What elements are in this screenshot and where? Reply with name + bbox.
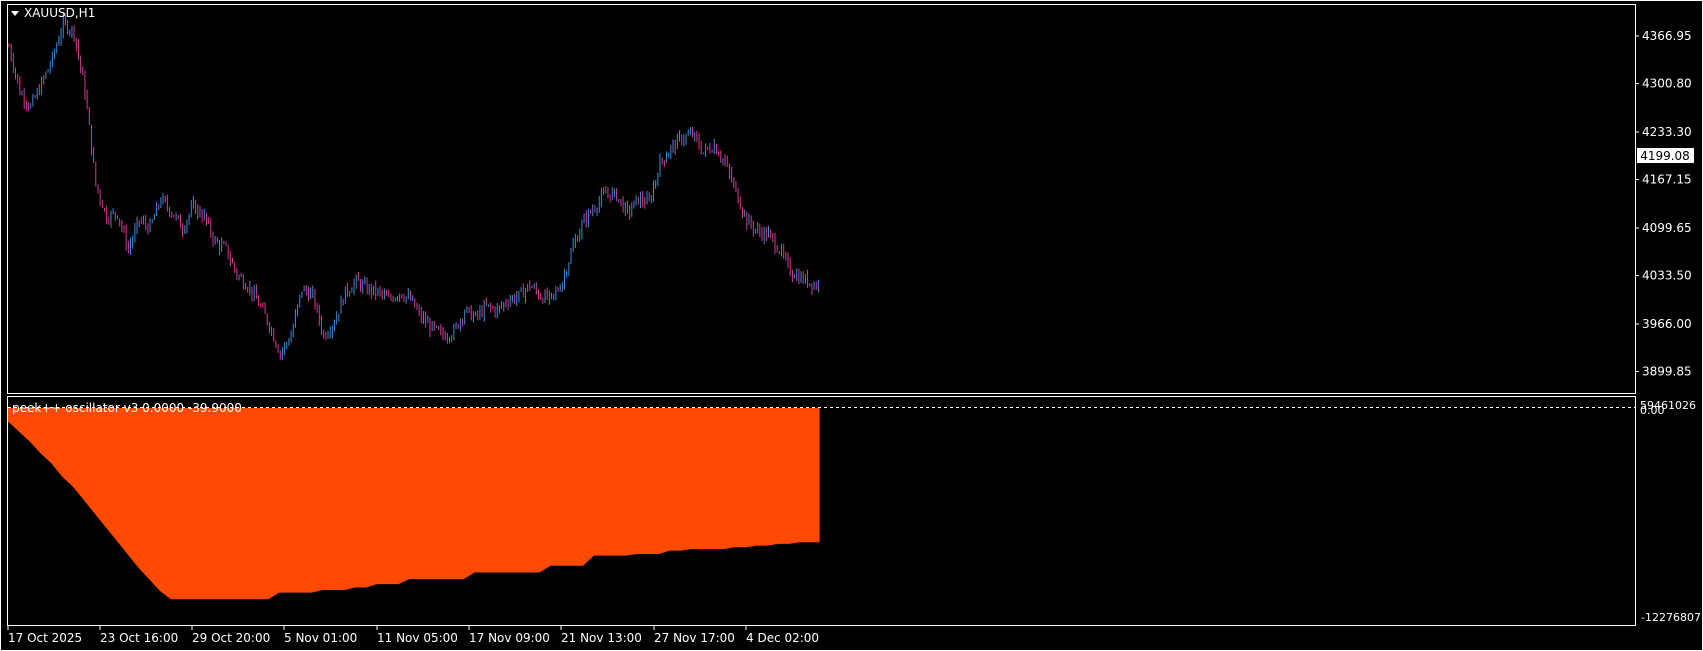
indicator-scale-top: 0.00 xyxy=(1640,404,1665,417)
time-axis-label: 17 Nov 09:00 xyxy=(469,631,550,645)
time-axis-label: 23 Oct 16:00 xyxy=(100,631,178,645)
price-axis-label: 4233.30 xyxy=(1642,125,1692,139)
symbol-header[interactable]: XAUUSD,H1 xyxy=(11,6,95,20)
price-axis-label: 4300.80 xyxy=(1642,76,1692,90)
symbol-label: XAUUSD,H1 xyxy=(24,6,95,20)
price-axis-label: 4167.15 xyxy=(1642,172,1692,186)
time-axis-label: 4 Dec 02:00 xyxy=(746,631,819,645)
current-price-tag: 4199.08 xyxy=(1637,148,1694,163)
price-axis-label: 3899.85 xyxy=(1642,365,1692,379)
indicator-scale-bottom: -12276807 xyxy=(1641,611,1701,624)
time-axis-label: 27 Nov 17:00 xyxy=(654,631,735,645)
time-axis-label: 5 Nov 01:00 xyxy=(284,631,357,645)
price-axis-label: 3966.00 xyxy=(1642,317,1692,331)
current-price-label: 4199.08 xyxy=(1640,149,1690,163)
time-axis-label: 17 Oct 2025 xyxy=(8,631,82,645)
price-axis-label: 4033.50 xyxy=(1642,269,1692,283)
time-axis-label: 21 Nov 13:00 xyxy=(561,631,642,645)
time-axis-label: 11 Nov 05:00 xyxy=(377,631,458,645)
mt4-chart-window[interactable]: XAUUSD,H1 4366.95 4300.80 4233.30 4167.15 40… xyxy=(0,0,1703,651)
indicator-label: peek++ oscillator v3 0.0000 -39.9000 xyxy=(12,401,242,415)
time-axis-label: 29 Oct 20:00 xyxy=(192,631,270,645)
price-axis-label: 4366.95 xyxy=(1642,29,1692,43)
price-axis-label: 4099.65 xyxy=(1642,221,1692,235)
